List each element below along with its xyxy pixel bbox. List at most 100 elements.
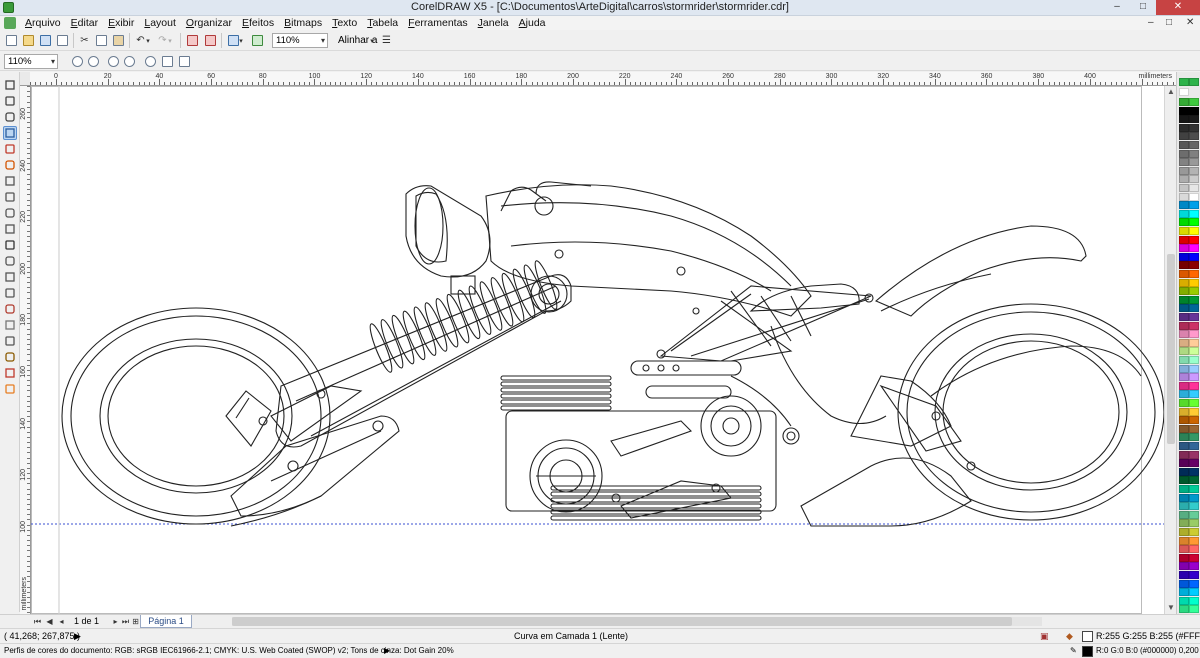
color-swatch[interactable]: [1189, 407, 1199, 416]
shape-tool-icon[interactable]: [3, 94, 17, 108]
menu-item[interactable]: Editar: [66, 16, 103, 30]
color-swatch[interactable]: [1179, 562, 1189, 571]
eyedropper-tool-icon[interactable]: [3, 334, 17, 348]
color-swatch[interactable]: [1189, 132, 1199, 141]
color-swatch[interactable]: [1189, 149, 1199, 158]
color-swatch[interactable]: [1189, 244, 1199, 253]
color-swatch[interactable]: [1179, 278, 1189, 287]
color-swatch[interactable]: [1189, 338, 1199, 347]
restore-button[interactable]: □: [1130, 0, 1156, 15]
zoom-level-combo[interactable]: 110% ▾: [272, 33, 328, 48]
cut-icon[interactable]: ✂: [77, 33, 92, 48]
close-button[interactable]: ✕: [1156, 0, 1200, 15]
color-swatch[interactable]: [1179, 295, 1189, 304]
color-swatch[interactable]: [1189, 433, 1199, 442]
status-arrow-icon[interactable]: ▶: [74, 629, 81, 643]
color-swatch[interactable]: [1179, 166, 1189, 175]
color-swatch[interactable]: [1179, 364, 1189, 373]
color-swatch[interactable]: [1189, 295, 1199, 304]
color-swatch[interactable]: [1179, 424, 1189, 433]
print-icon[interactable]: [55, 33, 70, 48]
undo-dropdown-icon[interactable]: ▾: [144, 33, 152, 48]
zoom-width-icon[interactable]: [160, 54, 175, 69]
color-swatch[interactable]: [1179, 528, 1189, 536]
color-swatch[interactable]: [1179, 123, 1189, 132]
color-swatch[interactable]: [1189, 605, 1199, 614]
color-swatch[interactable]: [1179, 519, 1189, 528]
zoom-in-icon[interactable]: [70, 54, 85, 69]
save-icon[interactable]: [38, 33, 53, 48]
color-swatch[interactable]: [1189, 261, 1199, 270]
redo-dropdown-icon[interactable]: ▾: [166, 33, 174, 48]
color-swatch[interactable]: [1189, 123, 1199, 132]
transparency-tool-icon[interactable]: [3, 318, 17, 332]
color-swatch[interactable]: [1189, 201, 1199, 210]
color-swatch[interactable]: [1189, 364, 1199, 373]
color-swatch[interactable]: [1189, 399, 1199, 407]
color-swatch[interactable]: [1189, 519, 1199, 528]
menu-item[interactable]: Tabela: [362, 16, 403, 30]
color-swatch[interactable]: [1189, 381, 1199, 390]
color-swatch[interactable]: [1189, 588, 1199, 597]
color-swatch[interactable]: [1179, 545, 1189, 554]
color-swatch[interactable]: [1189, 545, 1199, 554]
color-swatch[interactable]: [1179, 244, 1189, 253]
color-swatch[interactable]: [1179, 347, 1189, 356]
color-swatch[interactable]: [1179, 407, 1189, 416]
color-swatch[interactable]: [1189, 313, 1199, 321]
align-dropdown-icon[interactable]: ▾: [368, 33, 376, 48]
color-swatch[interactable]: [1189, 252, 1199, 261]
color-swatch[interactable]: [1189, 528, 1199, 536]
interactive-fill-tool-icon[interactable]: [3, 382, 17, 396]
color-swatch[interactable]: [1179, 304, 1189, 313]
color-swatch[interactable]: [1189, 536, 1199, 545]
crop-tool-icon[interactable]: [3, 110, 17, 124]
color-swatch[interactable]: [1179, 201, 1189, 210]
fill-swatch[interactable]: [1082, 631, 1093, 642]
color-swatch[interactable]: [1189, 459, 1199, 468]
color-swatch[interactable]: [1179, 390, 1189, 399]
color-swatch[interactable]: [1189, 192, 1199, 201]
zoom-page-icon[interactable]: [143, 54, 158, 69]
drawing-canvas[interactable]: [31, 86, 1164, 614]
color-swatch[interactable]: [1189, 218, 1199, 227]
color-swatch[interactable]: [1179, 493, 1189, 502]
open-icon[interactable]: [21, 33, 36, 48]
menu-item[interactable]: Arquivo: [20, 16, 66, 30]
color-swatch[interactable]: [1179, 209, 1189, 218]
color-swatch[interactable]: [1189, 424, 1199, 433]
color-swatch[interactable]: [1189, 596, 1199, 605]
outline-tool-icon[interactable]: [3, 350, 17, 364]
doc-minimize-button[interactable]: –: [1148, 16, 1154, 30]
menu-item[interactable]: Ferramentas: [403, 16, 473, 30]
color-swatch[interactable]: [1189, 166, 1199, 175]
color-swatch[interactable]: [1189, 450, 1199, 459]
table-tool-icon[interactable]: [3, 254, 17, 268]
page-tab[interactable]: Página 1: [140, 615, 192, 628]
zoom-combo[interactable]: 110% ▾: [4, 54, 58, 69]
color-swatch[interactable]: [1179, 141, 1189, 149]
color-swatch[interactable]: [1189, 106, 1199, 115]
color-swatch[interactable]: [1189, 184, 1199, 192]
color-swatch[interactable]: [1189, 278, 1199, 287]
zoom-out-icon[interactable]: [86, 54, 101, 69]
menu-item[interactable]: Exibir: [103, 16, 139, 30]
color-swatch[interactable]: [1189, 270, 1199, 278]
fill-tool-icon[interactable]: [3, 366, 17, 380]
color-swatch[interactable]: [1179, 261, 1189, 270]
menu-item[interactable]: Ajuda: [514, 16, 551, 30]
color-swatch[interactable]: [1179, 227, 1189, 235]
color-swatch[interactable]: [1179, 338, 1189, 347]
color-swatch[interactable]: [1179, 596, 1189, 605]
color-swatch[interactable]: [1189, 553, 1199, 562]
color-swatch[interactable]: [1189, 390, 1199, 399]
profile-arrow-icon[interactable]: ▶: [384, 644, 390, 658]
color-swatch[interactable]: [1179, 218, 1189, 227]
color-swatch[interactable]: [1179, 88, 1189, 96]
color-swatch[interactable]: [1179, 502, 1189, 511]
color-swatch[interactable]: [1189, 321, 1199, 330]
color-swatch[interactable]: [1179, 252, 1189, 261]
color-swatch[interactable]: [1189, 493, 1199, 502]
color-swatch[interactable]: [1179, 485, 1189, 493]
text-tool-icon[interactable]: [3, 238, 17, 252]
